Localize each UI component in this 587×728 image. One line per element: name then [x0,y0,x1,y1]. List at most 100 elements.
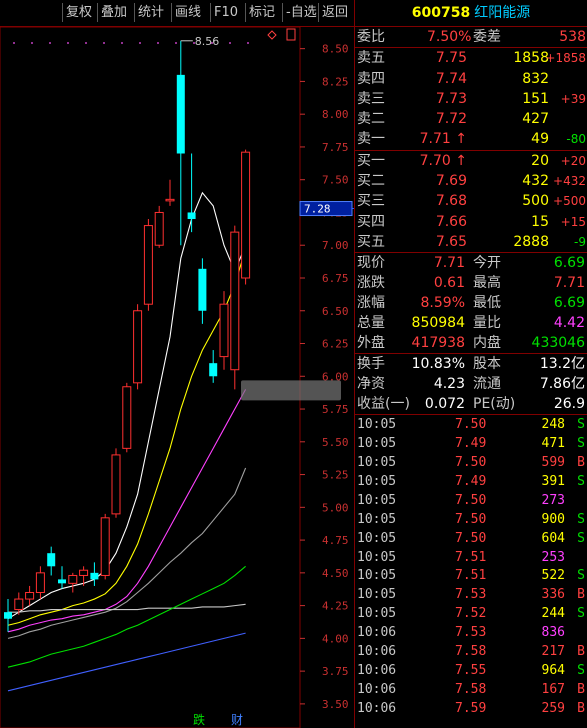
toolbar-button-1[interactable]: 叠加 [97,3,130,22]
top-dot-marker [31,42,33,44]
book-row: 卖五 7.75 1858 +1858 [355,48,587,68]
candle-body [122,386,132,449]
book-volume: 500 [522,193,549,210]
book-label: 卖四 [357,70,385,87]
toolbar-button-4[interactable]: F10 [210,3,241,22]
toolbar-button-5[interactable]: 标记 [245,3,278,22]
stat-label: 净资 [357,376,385,393]
stat-value: 6.69 [553,255,585,272]
top-dot-marker [67,42,69,44]
tick-price: 7.50 [455,492,487,508]
tick-time: 10:06 [357,700,397,716]
tick-price: 7.51 [455,568,487,584]
tick-time: 10:05 [357,606,397,622]
book-row: 卖三 7.73 151 +39 [355,89,587,109]
book-change: +20 [560,153,586,168]
candle-body [14,598,24,611]
weicha-label: 委差 [473,29,501,45]
tick-volume: 599 [541,455,565,471]
tick-price: 7.50 [455,511,487,527]
book-price: 7.71 ↑ [419,131,467,148]
moving-average-line [7,632,246,692]
axis-tick-label: 4.00 [322,632,349,645]
tick-price: 7.59 [455,700,487,716]
top-dot-marker [175,42,177,44]
top-dot-marker [121,42,123,44]
book-label: 买二 [357,173,385,190]
book-price: 7.75 [435,50,467,67]
blurred-overlay [241,380,341,401]
tick-price: 7.49 [455,473,487,489]
tick-row: 10:06 7.55 964 S [355,661,587,680]
candle-body [90,572,99,580]
axis-tick-label: 6.25 [322,338,349,351]
book-label: 买五 [357,233,385,250]
quote-panel: 600758 红阳能源 委比 7.50% 委差 538 卖五 7.75 1858 +18… [354,0,587,728]
tick-price: 7.53 [455,587,487,603]
candle-body [58,579,66,584]
window-icon[interactable] [286,28,296,41]
bottom-mark: 财 [231,713,243,727]
bid-book: 买一 7.70 ↑ 20 +20 买二 7.69 432 +432 买三 7.68 500 +500 买… [355,149,587,252]
book-row: 买二 7.69 432 +432 [355,171,587,191]
tick-price: 7.50 [455,455,487,471]
stat-label: 涨幅 [357,295,385,312]
tick-time: 10:05 [357,417,397,433]
toolbar-button-7[interactable]: 返回 [318,3,351,22]
tick-time: 10:06 [357,681,397,697]
tick-flag: S [577,511,585,527]
book-price: 7.73 [435,90,467,107]
tick-volume: 522 [541,568,565,584]
book-volume: 432 [522,173,549,190]
moving-average-line [8,603,246,613]
tick-row: 10:05 7.49 391 S [355,472,587,491]
candle-body [133,310,143,384]
stat-label: 今开 [473,255,501,272]
diamond-icon[interactable] [267,30,277,40]
book-row: 卖四 7.74 832 [355,69,587,89]
tick-time: 10:06 [357,625,397,641]
tick-row: 10:05 7.50 900 S [355,510,587,529]
tick-time: 10:05 [357,436,397,452]
tick-price: 7.58 [455,681,487,697]
book-volume: 15 [531,213,549,230]
toolbar-button-2[interactable]: 统计 [134,3,167,22]
weibi-row: 委比 7.50% 委差 538 [355,26,587,47]
tick-flag: B [577,455,585,471]
tick-row: 10:05 7.49 471 S [355,434,587,453]
stat-label: 现价 [357,255,385,272]
book-label: 卖五 [357,50,385,67]
tick-row: 10:05 7.52 244 S [355,604,587,623]
tick-row: 10:05 7.50 273 [355,491,587,510]
high-price-label: 8.56 [195,35,220,48]
ask-book: 卖五 7.75 1858 +1858 卖四 7.74 832 卖三 7.73 151 +39 卖二 7.… [355,47,587,149]
stat-value: 4.23 [433,376,465,393]
book-label: 卖三 [357,90,385,107]
tick-volume: 391 [541,473,565,489]
toolbar-button-3[interactable]: 画线 [171,3,204,22]
book-label: 卖一 [357,131,385,148]
axis-tick-label: 6.75 [322,272,349,285]
tick-volume: 836 [541,625,565,641]
book-price: 7.66 [435,213,467,230]
axis-tick-label: 4.50 [322,567,349,580]
axis-tick-label: 5.75 [322,403,349,416]
top-dot-marker [49,42,51,44]
tick-volume: 471 [541,436,565,452]
tick-price: 7.58 [455,643,487,659]
tick-flag: S [577,606,585,622]
toolbar-button-6[interactable]: -自选 [282,3,320,22]
toolbar-button-0[interactable]: 复权 [62,3,95,22]
tick-flag: B [577,700,585,716]
candle-body [198,268,207,311]
candle-body [165,198,175,202]
book-price: 7.69 [435,173,467,190]
tick-volume: 964 [541,662,565,678]
book-price: 7.74 [435,70,467,87]
stat-row: 净资 4.23 流通 7.86亿 [355,374,587,394]
candle-body [187,212,196,220]
tick-list[interactable]: 10:05 7.50 248 S 10:05 7.49 471 S 10:05 7.50 599 B 1… [355,414,587,717]
kline-chart[interactable]: 8.508.258.007.757.507.257.006.756.506.25… [0,27,354,728]
tick-flag: S [577,530,585,546]
stock-code: 600758 [411,5,471,21]
